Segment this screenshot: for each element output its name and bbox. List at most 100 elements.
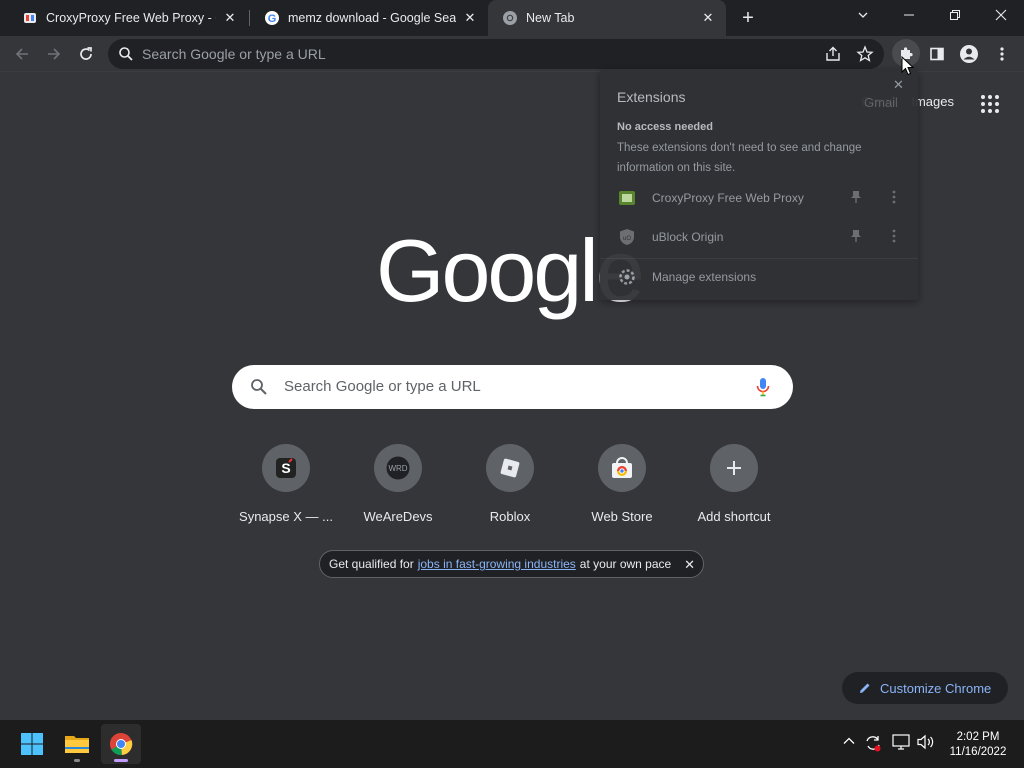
- mouse-cursor-icon: [901, 55, 915, 81]
- bookmark-star-icon[interactable]: [856, 45, 874, 63]
- shortcut-label: Synapse X — ...: [239, 509, 333, 524]
- back-button[interactable]: [7, 39, 37, 69]
- close-icon[interactable]: ✕: [684, 557, 695, 573]
- shortcuts: S Synapse X — ... WRD WeAreDevs Roblox W…: [230, 444, 790, 540]
- extension-item-croxyproxy[interactable]: CroxyProxy Free Web Proxy: [600, 180, 918, 216]
- new-tab-button[interactable]: +: [736, 6, 760, 30]
- search-icon: [118, 46, 134, 62]
- tab-title: memz download - Google Search: [288, 11, 456, 25]
- promo-link[interactable]: jobs in fast-growing industries: [418, 557, 576, 571]
- promo-suffix: at your own pace: [579, 557, 672, 571]
- restore-button[interactable]: [932, 0, 978, 30]
- wrd-icon: WRD: [374, 444, 422, 492]
- svg-text:S: S: [281, 460, 290, 476]
- roblox-icon: [486, 444, 534, 492]
- add-shortcut-button[interactable]: Add shortcut: [678, 444, 790, 540]
- google-apps-icon[interactable]: [980, 94, 1000, 114]
- svg-text:uO: uO: [623, 236, 631, 242]
- kebab-menu-icon[interactable]: [892, 190, 896, 204]
- customize-chrome-label: Customize Chrome: [880, 680, 992, 696]
- windows-logo-icon: [20, 732, 44, 756]
- extensions-menu-title: Extensions: [617, 89, 686, 105]
- kebab-menu-icon[interactable]: [892, 229, 896, 243]
- chrome-taskbar-button[interactable]: [101, 724, 141, 764]
- close-icon[interactable]: ✕: [222, 10, 238, 26]
- clock-date: 11/16/2022: [949, 746, 1007, 758]
- svg-text:G: G: [268, 13, 277, 25]
- close-icon[interactable]: ✕: [700, 10, 716, 26]
- shortcut-label: Web Store: [591, 509, 653, 524]
- close-icon[interactable]: ✕: [462, 10, 478, 26]
- chrome-icon: [502, 10, 518, 26]
- tab-search-button[interactable]: [840, 0, 886, 30]
- croxyproxy-icon: [618, 189, 636, 207]
- shortcut-web-store[interactable]: Web Store: [566, 444, 678, 540]
- tab-new-tab[interactable]: New Tab ✕: [488, 0, 726, 36]
- manage-extensions-button[interactable]: Manage extensions: [600, 258, 918, 294]
- search-box[interactable]: Search Google or type a URL: [232, 365, 793, 409]
- address-bar[interactable]: Search Google or type a URL: [108, 39, 884, 69]
- promo-prefix: Get qualified for: [329, 557, 414, 571]
- shortcut-label: Add shortcut: [697, 509, 771, 524]
- search-icon: [250, 378, 268, 396]
- chrome-icon: [109, 732, 133, 756]
- avatar-icon: [959, 44, 979, 64]
- chevron-down-icon: [857, 9, 869, 21]
- system-clock[interactable]: 2:02 PM 11/16/2022: [944, 730, 1012, 760]
- svg-text:WRD: WRD: [388, 464, 407, 473]
- tab-croxyproxy[interactable]: CroxyProxy Free Web Proxy - Chr ✕: [8, 0, 248, 36]
- minimize-button[interactable]: [886, 0, 932, 30]
- running-indicator: [74, 759, 80, 762]
- extension-name: CroxyProxy Free Web Proxy: [652, 191, 804, 205]
- croxyproxy-icon: [22, 10, 38, 26]
- network-icon[interactable]: [892, 734, 910, 750]
- gear-icon: [618, 268, 636, 286]
- plus-icon: [710, 444, 758, 492]
- pin-icon[interactable]: [850, 229, 862, 243]
- tab-google-search[interactable]: G memz download - Google Search ✕: [250, 0, 488, 36]
- gmail-link-behind: Gmail: [864, 95, 898, 110]
- extension-item-ublock[interactable]: uO uBlock Origin: [600, 219, 918, 255]
- shortcut-label: Roblox: [489, 509, 531, 524]
- chrome-menu-button[interactable]: [987, 39, 1017, 69]
- ublock-icon: uO: [618, 228, 636, 246]
- volume-icon[interactable]: [917, 734, 935, 750]
- search-input[interactable]: Search Google or type a URL: [284, 378, 481, 395]
- customize-chrome-button[interactable]: Customize Chrome: [842, 672, 1008, 704]
- close-icon: [995, 9, 1007, 21]
- tab-strip: CroxyProxy Free Web Proxy - Chr ✕ G memz…: [0, 0, 1024, 36]
- shortcut-label: WeAreDevs: [363, 509, 433, 524]
- tab-title: CroxyProxy Free Web Proxy - Chr: [46, 11, 216, 25]
- minimize-icon: [903, 9, 915, 21]
- synapse-icon: S: [262, 444, 310, 492]
- browser-toolbar: Search Google or type a URL: [0, 36, 1024, 72]
- reload-button[interactable]: [71, 39, 101, 69]
- side-panel-button[interactable]: [922, 39, 952, 69]
- shortcut-synapse[interactable]: S Synapse X — ...: [230, 444, 342, 540]
- folder-icon: [64, 733, 90, 755]
- share-icon[interactable]: [824, 45, 842, 63]
- clock-time: 2:02 PM: [956, 731, 1000, 743]
- webstore-icon: [598, 444, 646, 492]
- chevron-up-icon[interactable]: [842, 734, 856, 748]
- arrow-right-icon: [46, 46, 62, 62]
- address-bar-placeholder: Search Google or type a URL: [142, 46, 326, 62]
- close-window-button[interactable]: [978, 0, 1024, 30]
- shortcut-wearedevs[interactable]: WRD WeAreDevs: [342, 444, 454, 540]
- start-button[interactable]: [12, 724, 52, 764]
- profile-button[interactable]: [954, 39, 984, 69]
- manage-extensions-label: Manage extensions: [652, 270, 757, 284]
- sync-icon[interactable]: [864, 734, 882, 752]
- extensions-menu: Gmail Extensions ✕ No access needed Thes…: [600, 70, 918, 300]
- file-explorer-button[interactable]: [57, 724, 97, 764]
- forward-button[interactable]: [39, 39, 69, 69]
- tab-title: New Tab: [526, 11, 575, 25]
- pin-icon[interactable]: [850, 190, 862, 204]
- side-panel-icon: [929, 46, 945, 62]
- extension-name: uBlock Origin: [652, 230, 724, 244]
- windows-taskbar: 2:02 PM 11/16/2022: [0, 720, 1024, 768]
- promo-banner: Get qualified for jobs in fast-growing i…: [319, 550, 704, 578]
- kebab-menu-icon: [1000, 46, 1004, 62]
- microphone-icon[interactable]: [756, 377, 770, 397]
- shortcut-roblox[interactable]: Roblox: [454, 444, 566, 540]
